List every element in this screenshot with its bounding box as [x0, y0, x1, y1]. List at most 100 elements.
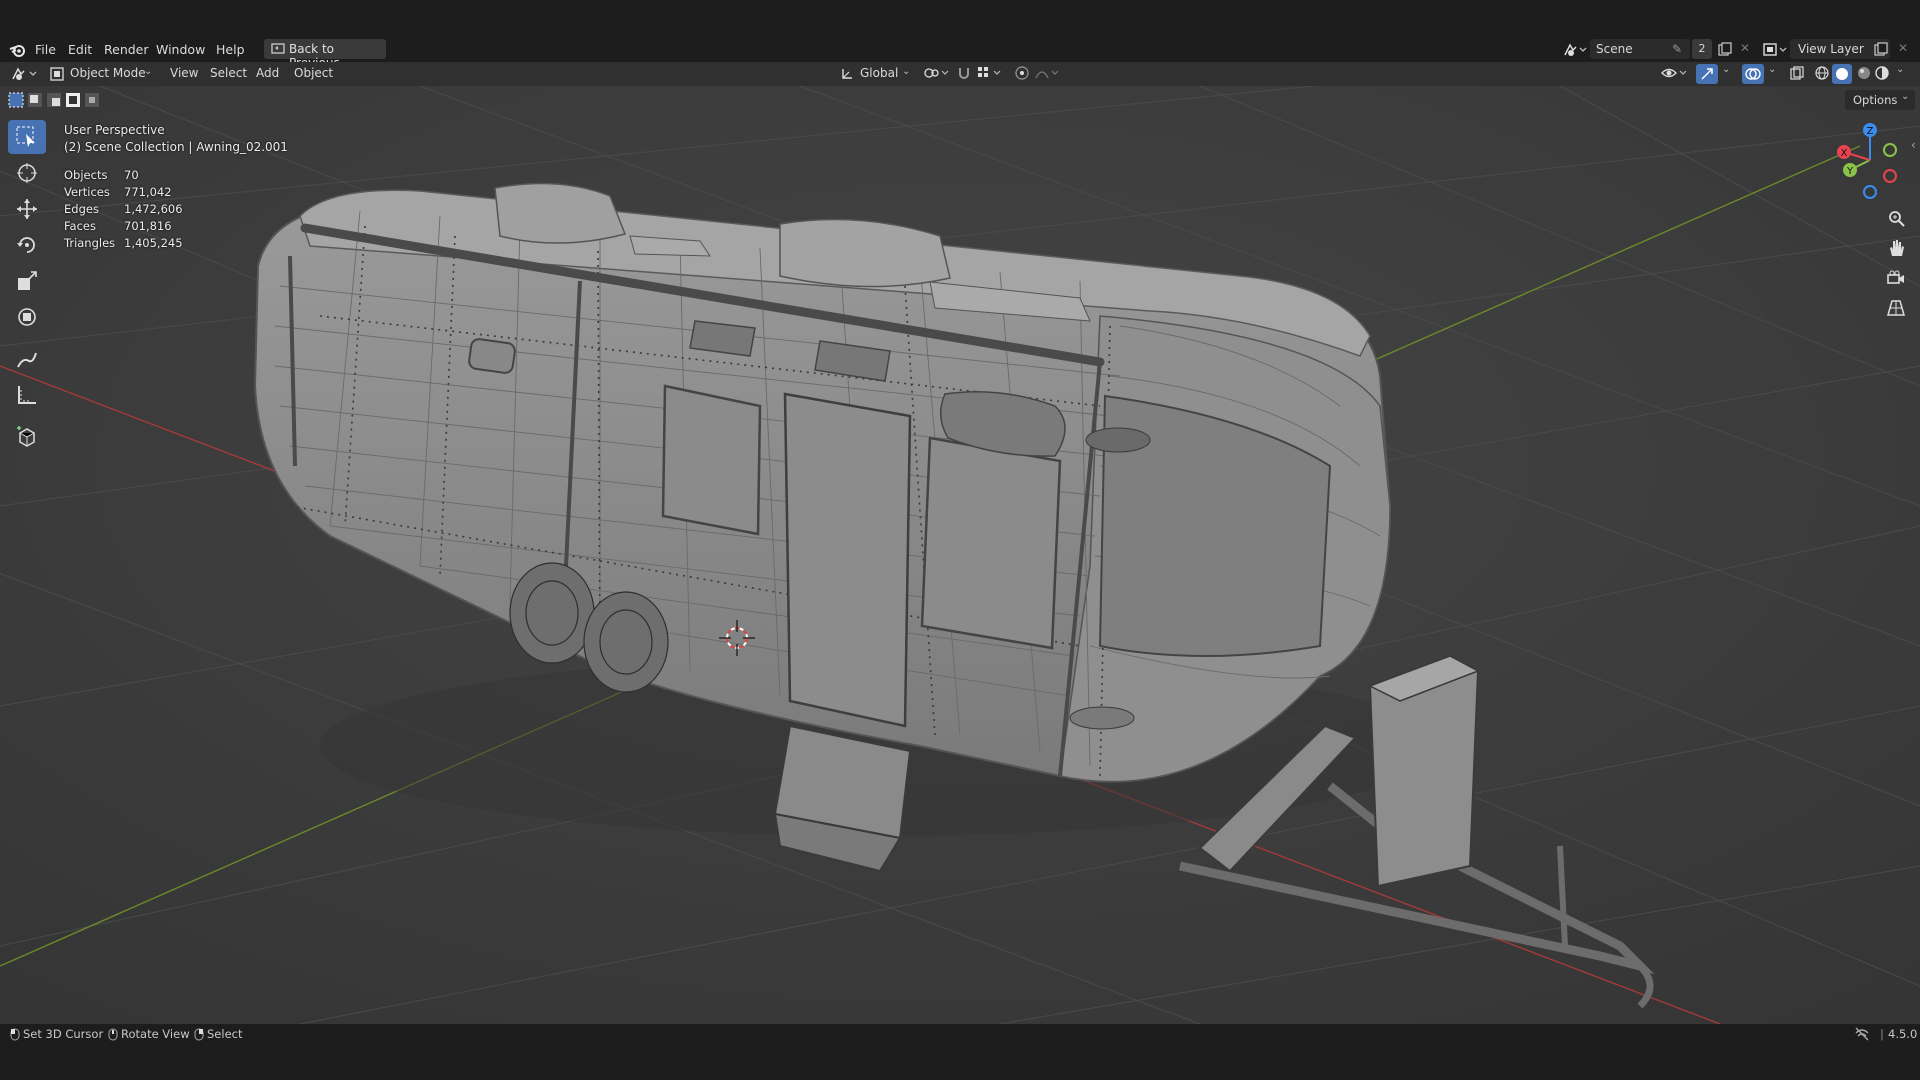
delete-view-layer-icon[interactable]: ✕ — [1898, 41, 1908, 55]
scene-name-field[interactable]: Scene ✎ — [1590, 39, 1690, 59]
overlays-icon — [1745, 67, 1761, 84]
snap-target-icon[interactable] — [976, 65, 1006, 84]
chevron-down-icon: ⌄ — [1901, 91, 1910, 102]
tool-measure[interactable] — [8, 378, 46, 412]
mouse-left-icon — [10, 1028, 20, 1044]
shading-dropdown-icon[interactable]: ⌄ — [1896, 64, 1904, 75]
back-to-previous-button[interactable]: Back to Previous — [264, 39, 386, 70]
camera-view-button[interactable] — [1882, 264, 1910, 292]
object-visibility-icon[interactable] — [1660, 65, 1690, 84]
stat-value: 701,816 — [124, 219, 172, 233]
new-view-layer-icon[interactable] — [1874, 42, 1888, 59]
tool-select-box[interactable] — [8, 120, 46, 154]
move-icon — [17, 199, 37, 219]
transform-orientation-dropdown[interactable]: Global ⌄ — [836, 64, 916, 84]
menu-help[interactable]: Help — [216, 42, 245, 57]
status-bar: Set 3D Cursor Rotate View Select | 4.5.0 — [0, 1024, 1920, 1044]
proportional-editing-icon[interactable] — [1014, 65, 1030, 84]
menu-render[interactable]: Render — [104, 42, 149, 57]
select-mode-invert-icon[interactable] — [65, 92, 81, 111]
z-axis-label: Z — [1867, 126, 1874, 137]
tool-scale[interactable] — [8, 264, 46, 298]
top-menu-bar: File Edit Render Window Help Back to Pre… — [0, 38, 1920, 70]
delete-scene-icon[interactable]: ✕ — [1740, 41, 1750, 55]
pivot-point-icon[interactable] — [922, 65, 952, 84]
menu-file[interactable]: File — [35, 42, 56, 57]
select-mode-extend-icon[interactable] — [27, 92, 43, 111]
snap-toggle-icon[interactable] — [956, 65, 972, 84]
select-mode-intersect-icon[interactable] — [84, 92, 100, 111]
sidebar-toggle-icon[interactable]: ‹ — [1911, 138, 1916, 152]
stat-label: Triangles — [64, 236, 116, 250]
xray-toggle-icon[interactable] — [1790, 66, 1804, 83]
stat-label: Faces — [64, 219, 96, 233]
stat-value: 1,405,245 — [124, 236, 183, 250]
gizmo-toggle-button[interactable] — [1696, 64, 1718, 84]
pan-view-button[interactable] — [1882, 234, 1910, 262]
status-separator: | — [1880, 1027, 1884, 1041]
menu-object[interactable]: Object — [294, 66, 333, 80]
blender-logo-icon[interactable] — [9, 41, 27, 62]
neg-z-axis-handle — [1863, 185, 1877, 199]
scene-browse-icon[interactable] — [1562, 41, 1588, 62]
mode-label: Object Mode — [70, 66, 146, 80]
menu-add[interactable]: Add — [256, 66, 279, 80]
status-select: Select — [207, 1027, 243, 1041]
viewport-scene — [0, 86, 1920, 1024]
tool-add-cube[interactable] — [8, 420, 46, 454]
viewport-header: Object Mode ⌄ View Select Add Object Glo… — [0, 62, 1920, 86]
cursor-icon — [17, 163, 37, 183]
menu-window[interactable]: Window — [156, 42, 205, 57]
collection-info: (2) Scene Collection | Awning_02.001 — [64, 140, 288, 154]
select-mode-subtract-icon[interactable] — [46, 92, 62, 111]
shading-material-icon[interactable] — [1856, 65, 1872, 84]
options-dropdown[interactable]: Options ⌄ — [1845, 90, 1915, 110]
status-rotate-view: Rotate View — [121, 1027, 190, 1041]
rotate-icon — [17, 237, 35, 253]
gizmo-dropdown-icon[interactable]: ⌄ — [1722, 64, 1730, 75]
shading-solid-button[interactable] — [1832, 64, 1852, 84]
zoom-view-button[interactable] — [1882, 204, 1910, 232]
menu-view[interactable]: View — [170, 66, 198, 80]
blender-version: 4.5.0 — [1888, 1027, 1918, 1041]
perspective-toggle-button[interactable] — [1882, 294, 1910, 322]
view-layer-name: View Layer — [1798, 42, 1864, 56]
tool-cursor[interactable] — [8, 156, 46, 190]
chevron-down-icon: ⌄ — [902, 66, 911, 77]
gizmo-icon — [1700, 67, 1714, 84]
stat-value: 771,042 — [124, 185, 172, 199]
tool-transform[interactable] — [8, 300, 46, 334]
menu-select[interactable]: Select — [210, 66, 247, 80]
overlays-toggle-button[interactable] — [1742, 64, 1764, 84]
y-axis-label: Y — [1846, 166, 1854, 177]
editor-type-icon[interactable] — [10, 65, 40, 86]
perspective-label: User Perspective — [64, 123, 165, 137]
shading-rendered-icon[interactable] — [1874, 65, 1890, 84]
view-layer-icon[interactable] — [1762, 41, 1788, 62]
shading-wireframe-icon[interactable] — [1814, 65, 1830, 84]
navigation-gizmo[interactable]: Z Y X — [1830, 120, 1910, 200]
object-mode-dropdown[interactable]: Object Mode ⌄ — [46, 64, 156, 84]
new-scene-icon[interactable] — [1718, 42, 1732, 59]
tool-annotate[interactable] — [8, 342, 46, 376]
scene-name: Scene — [1596, 42, 1633, 56]
tool-move[interactable] — [8, 192, 46, 226]
chevron-down-icon: ⌄ — [144, 66, 153, 77]
overlays-dropdown-icon[interactable]: ⌄ — [1768, 64, 1776, 75]
falloff-icon[interactable] — [1034, 65, 1064, 84]
select-mode-new-icon[interactable] — [8, 92, 24, 111]
x-axis-label: X — [1841, 148, 1848, 159]
menu-edit[interactable]: Edit — [68, 42, 92, 57]
pin-icon[interactable]: ✎ — [1672, 42, 1682, 56]
orientation-label: Global — [860, 66, 899, 80]
camera-icon — [1887, 270, 1904, 284]
annotate-icon — [17, 352, 37, 368]
orientation-axes-icon — [840, 67, 854, 84]
tool-rotate[interactable] — [8, 228, 46, 262]
3d-viewport[interactable]: User Perspective (2) Scene Collection | … — [0, 86, 1920, 1024]
measure-icon — [18, 386, 36, 404]
stat-value: 1,472,606 — [124, 202, 183, 216]
neg-y-axis-handle — [1883, 143, 1897, 157]
scale-icon — [18, 271, 37, 290]
neg-x-axis-handle — [1883, 169, 1897, 183]
